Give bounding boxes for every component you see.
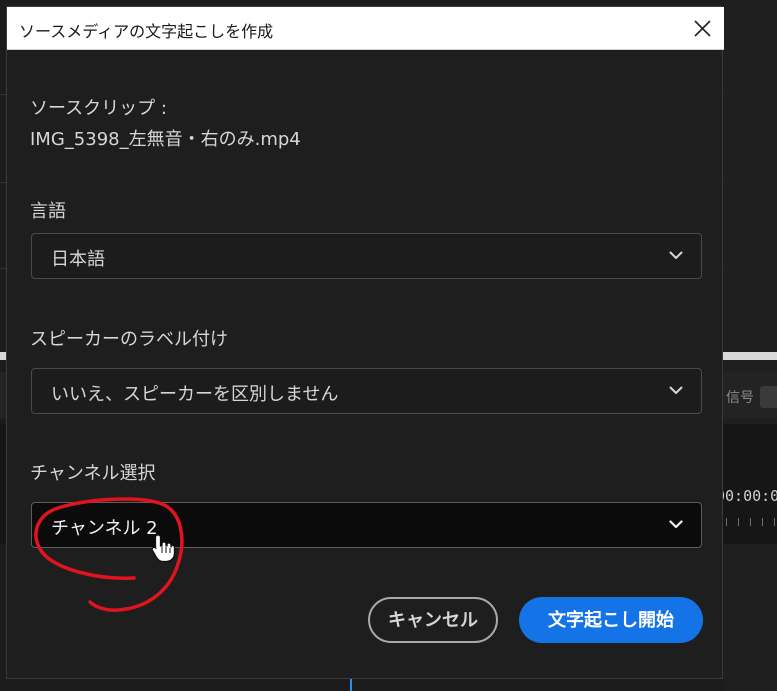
close-button[interactable]	[682, 9, 722, 47]
language-selected-value: 日本語	[51, 249, 105, 270]
source-clip-label: ソースクリップ :	[30, 98, 167, 119]
background-panel-label: 信号	[726, 390, 754, 406]
speaker-labeling-label: スピーカーのラベル付け	[30, 329, 228, 350]
chevron-down-icon	[669, 520, 683, 529]
start-transcription-button[interactable]: 文字起こし開始	[519, 597, 703, 643]
language-label: 言語	[30, 201, 66, 222]
dialog-title: ソースメディアの文字起こしを作成	[19, 22, 274, 41]
speaker-labeling-selected-value: いいえ、スピーカーを区別しません	[51, 384, 339, 405]
dialog-titlebar: ソースメディアの文字起こしを作成	[7, 7, 724, 50]
chevron-down-icon	[669, 386, 683, 394]
chevron-down-icon	[669, 251, 683, 259]
channel-select-label: チャンネル選択	[30, 463, 156, 484]
source-clip-filename: IMG_5398_左無音・右のみ.mp4	[30, 129, 301, 150]
channel-select-dropdown[interactable]: チャンネル 2	[31, 502, 702, 548]
channel-selected-value: チャンネル 2	[51, 518, 158, 539]
speaker-labeling-dropdown[interactable]: いいえ、スピーカーを区別しません	[31, 368, 702, 414]
close-icon	[694, 20, 711, 37]
background-right-panel	[724, 0, 777, 691]
create-transcript-dialog: ソースメディアの文字起こしを作成 ソースクリップ : IMG_5398_左無音・…	[6, 6, 724, 679]
cancel-button[interactable]: キャンセル	[368, 597, 498, 643]
language-dropdown[interactable]: 日本語	[31, 233, 702, 279]
hand-cursor-icon	[151, 534, 176, 563]
background-toolbar-button[interactable]	[760, 386, 777, 408]
timeline-timecode: 00:00:02	[716, 487, 777, 505]
timeline-ruler	[724, 514, 777, 528]
